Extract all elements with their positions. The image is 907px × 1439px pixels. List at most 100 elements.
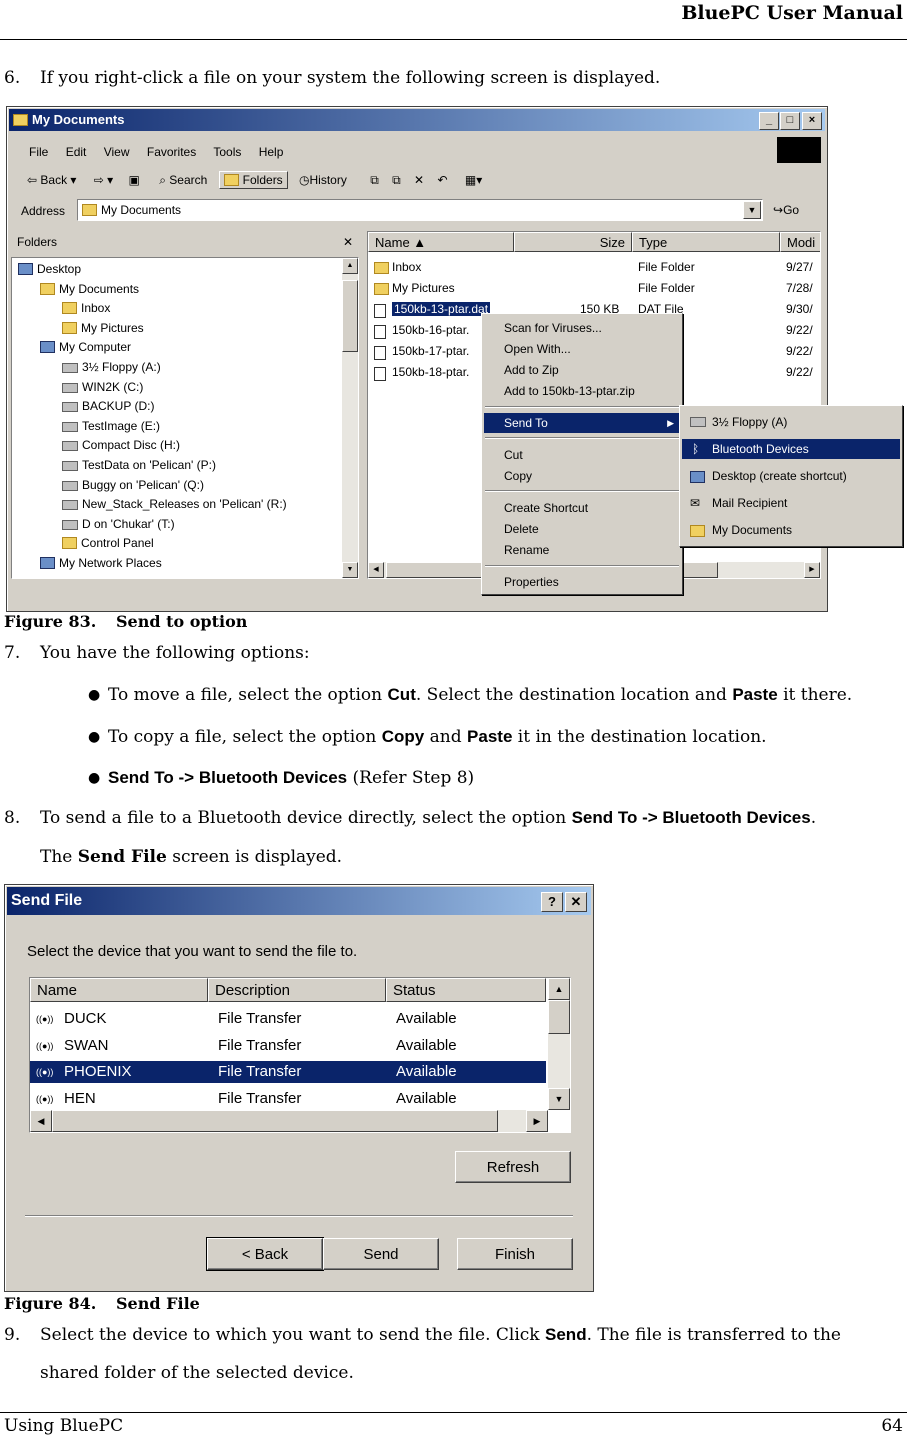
forward-icon[interactable]: ⇨ ▾ — [94, 173, 113, 187]
tree-item[interactable]: 3½ Floppy (A:) — [62, 360, 161, 374]
scroll-down-button[interactable]: ▼ — [548, 1088, 570, 1110]
device-row[interactable]: ((●)) SWAN File Transfer Available — [30, 1035, 546, 1057]
file-name[interactable]: Inbox — [392, 260, 421, 274]
menu-item-delete[interactable]: Delete — [484, 519, 680, 539]
tree-item-label: Inbox — [81, 301, 111, 316]
column-header-status[interactable]: Status — [386, 978, 546, 1002]
file-name[interactable]: 150kb-16-ptar. — [392, 323, 469, 337]
menu-tools[interactable]: Tools — [213, 145, 241, 159]
history-button[interactable]: ◷History — [299, 173, 347, 187]
help-button[interactable]: ? — [541, 892, 563, 912]
refresh-button[interactable]: Refresh — [455, 1151, 571, 1183]
column-header-name[interactable]: Name — [30, 978, 208, 1002]
menu-view[interactable]: View — [104, 145, 130, 159]
step-number: 7. — [4, 643, 21, 663]
menu-item-floppy[interactable]: 3½ Floppy (A) — [682, 412, 900, 432]
tree-item[interactable]: WIN2K (C:) — [62, 380, 143, 394]
tree-item[interactable]: Control Panel — [62, 536, 154, 550]
send-button[interactable]: Send — [323, 1238, 439, 1270]
menu-item-copy[interactable]: Copy — [484, 466, 680, 486]
column-header-modified[interactable]: Modi — [780, 232, 820, 252]
tree-item[interactable]: My Pictures — [62, 321, 144, 335]
menu-item-scan-for-viruses[interactable]: Scan for Viruses... — [484, 318, 680, 338]
column-header-description[interactable]: Description — [208, 978, 386, 1002]
menu-help[interactable]: Help — [259, 145, 284, 159]
up-folder-icon[interactable]: ▣ — [129, 173, 140, 187]
menu-item-send-to[interactable]: Send To ▶ — [484, 413, 680, 433]
finish-button[interactable]: Finish — [457, 1238, 573, 1270]
menu-file[interactable]: File — [29, 145, 48, 159]
back-button[interactable]: < Back — [206, 1237, 324, 1271]
menu-item-mail-recipient[interactable]: ✉ Mail Recipient — [682, 493, 900, 513]
tree-item[interactable]: TestData on 'Pelican' (P:) — [62, 458, 216, 472]
tree-item[interactable]: My Network Places — [40, 556, 162, 570]
horizontal-scrollbar[interactable]: ◀ ▶ — [30, 1110, 548, 1132]
minimize-button[interactable]: _ — [759, 112, 779, 130]
file-modified: 9/30/ — [786, 302, 813, 316]
scroll-right-button[interactable]: ▶ — [526, 1110, 548, 1132]
menu-item-my-documents[interactable]: My Documents — [682, 520, 900, 540]
device-row[interactable]: ((●)) HEN File Transfer Available — [30, 1088, 546, 1110]
column-header-size[interactable]: Size — [514, 232, 632, 252]
file-name[interactable]: My Pictures — [392, 281, 455, 295]
column-header-name[interactable]: Name ▲ — [368, 232, 514, 252]
scroll-thumb[interactable] — [548, 1000, 570, 1034]
menu-item-rename[interactable]: Rename — [484, 540, 680, 560]
column-header-type[interactable]: Type — [632, 232, 780, 252]
folder-tree[interactable]: Desktop My Documents Inbox My Pictures My Co… — [11, 257, 359, 579]
tree-item[interactable]: Buggy on 'Pelican' (Q:) — [62, 478, 204, 492]
tree-item[interactable]: BACKUP (D:) — [62, 399, 154, 413]
tree-item[interactable]: Compact Disc (H:) — [62, 438, 180, 452]
file-name[interactable]: 150kb-18-ptar. — [392, 365, 469, 379]
address-field[interactable]: My Documents ▼ — [77, 199, 763, 221]
undo-icon[interactable]: ↶ — [437, 173, 447, 187]
device-list[interactable]: Name Description Status ((●)) DUCK File Tr… — [29, 977, 571, 1133]
back-button[interactable]: ⇦ Back ▾ — [27, 173, 76, 187]
file-name[interactable]: 150kb-17-ptar. — [392, 344, 469, 358]
menu-item-open-with[interactable]: Open With... — [484, 339, 680, 359]
tree-item[interactable]: Inbox — [62, 301, 110, 315]
menu-edit[interactable]: Edit — [66, 145, 87, 159]
vertical-scrollbar[interactable]: ▲ ▼ — [548, 978, 570, 1110]
cut-keyword: Cut — [387, 685, 416, 704]
device-row[interactable]: ((●)) PHOENIX File Transfer Available — [30, 1061, 546, 1083]
menu-item-properties[interactable]: Properties — [484, 572, 680, 592]
device-icon: ((●)) — [36, 1014, 54, 1024]
menu-item-add-to-named-zip[interactable]: Add to 150kb-13-ptar.zip — [484, 381, 680, 401]
device-row[interactable]: ((●)) DUCK File Transfer Available — [30, 1008, 546, 1030]
move-to-icon[interactable]: ⧉ — [370, 173, 379, 187]
search-button[interactable]: ⌕ Search — [159, 173, 207, 187]
tree-scrollbar[interactable]: ▲ ▼ — [342, 258, 358, 578]
views-icon[interactable]: ▦▾ — [465, 173, 482, 187]
scroll-down-button[interactable]: ▼ — [342, 562, 358, 578]
menu-item-add-to-zip[interactable]: Add to Zip — [484, 360, 680, 380]
go-button[interactable]: ↪Go — [773, 203, 799, 217]
scroll-up-button[interactable]: ▲ — [548, 978, 570, 1000]
file-name[interactable]: 150kb-13-ptar.dat — [392, 302, 491, 316]
tree-item[interactable]: New_Stack_Releases on 'Pelican' (R:) — [62, 497, 287, 511]
folders-button[interactable]: Folders — [218, 171, 288, 189]
tree-item[interactable]: Desktop — [18, 262, 81, 276]
scroll-left-button[interactable]: ◀ — [368, 562, 384, 578]
scroll-thumb[interactable] — [342, 280, 358, 352]
tree-item[interactable]: D on 'Chukar' (T:) — [62, 517, 175, 531]
delete-icon[interactable]: ✕ — [414, 173, 424, 187]
scroll-left-button[interactable]: ◀ — [30, 1110, 52, 1132]
chevron-down-icon[interactable]: ▼ — [743, 201, 761, 219]
scroll-right-button[interactable]: ▶ — [804, 562, 820, 578]
copy-to-icon[interactable]: ⧉ — [392, 173, 401, 187]
menu-item-desktop-shortcut[interactable]: Desktop (create shortcut) — [682, 466, 900, 486]
scroll-up-button[interactable]: ▲ — [342, 258, 358, 274]
scroll-thumb[interactable] — [52, 1110, 498, 1132]
close-button[interactable]: ✕ — [565, 892, 587, 912]
menu-item-cut[interactable]: Cut — [484, 445, 680, 465]
tree-item[interactable]: My Computer — [40, 340, 131, 354]
menu-item-create-shortcut[interactable]: Create Shortcut — [484, 498, 680, 518]
maximize-button[interactable]: □ — [780, 112, 800, 130]
tree-item[interactable]: TestImage (E:) — [62, 419, 160, 433]
close-button[interactable]: × — [802, 112, 822, 130]
close-icon[interactable]: ✕ — [343, 231, 353, 253]
tree-item[interactable]: My Documents — [40, 282, 139, 296]
menu-item-bluetooth-devices[interactable]: ᛒ Bluetooth Devices — [682, 439, 900, 459]
menu-favorites[interactable]: Favorites — [147, 145, 196, 159]
